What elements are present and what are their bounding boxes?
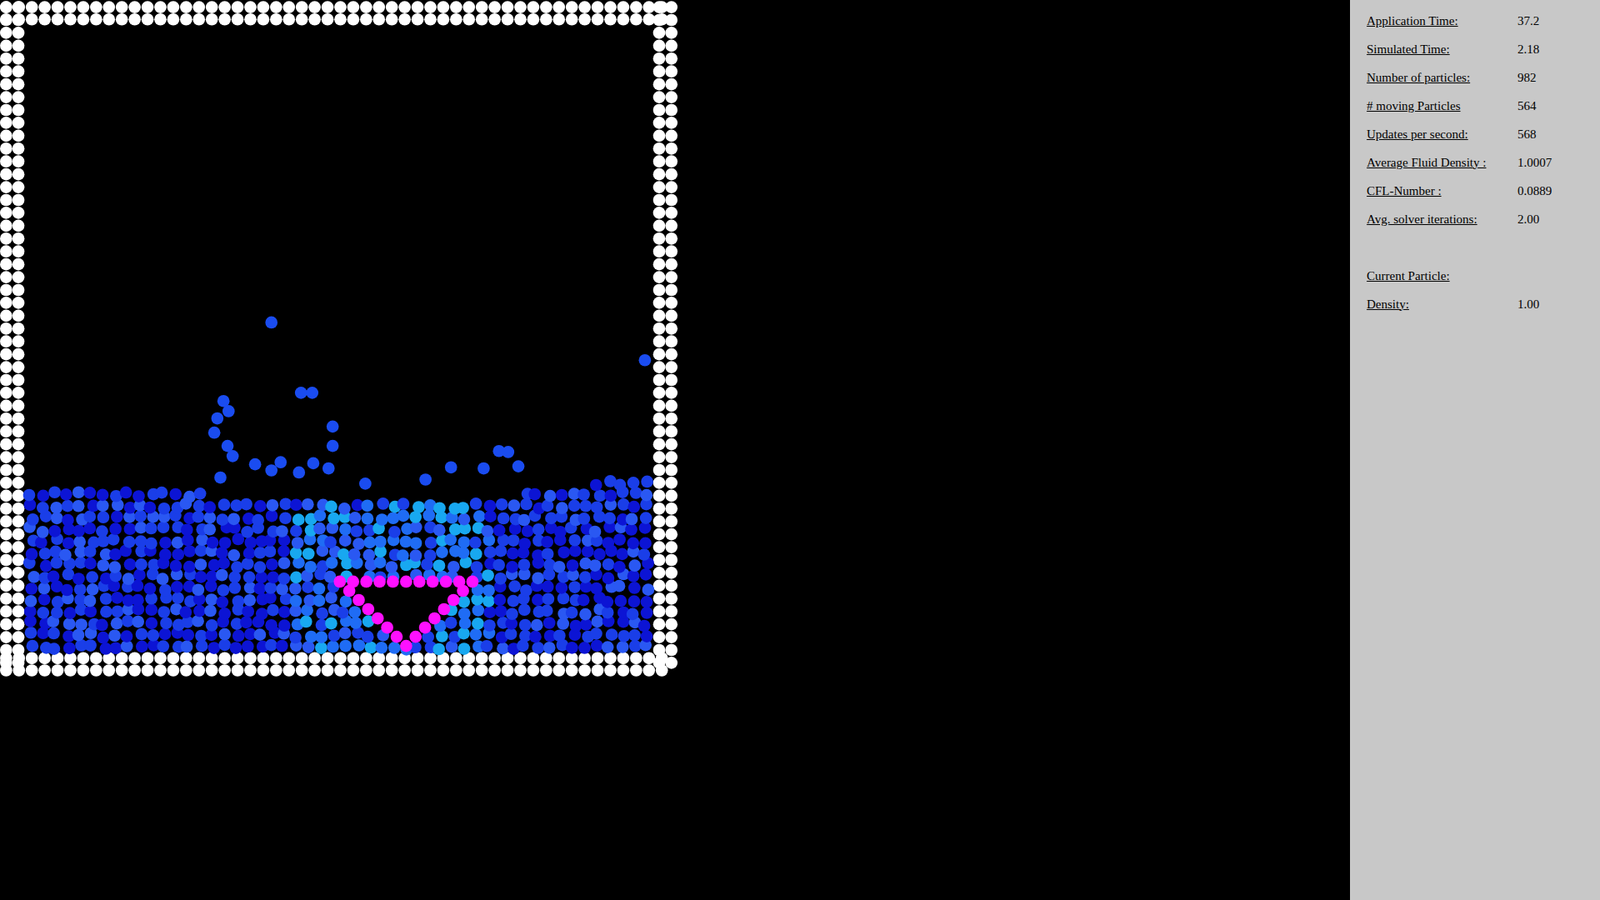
stat-label: # moving Particles: [1366, 99, 1518, 114]
stat-value: 0.0889: [1517, 184, 1552, 199]
stat-value: 37.2: [1517, 14, 1540, 29]
particle-field-row: Density:1.00: [1366, 290, 1600, 319]
simulation-canvas[interactable]: [0, 0, 692, 692]
stat-row: Avg. solver iterations:2.00: [1366, 205, 1600, 234]
stat-value: 564: [1517, 99, 1537, 114]
stat-value: 568: [1517, 127, 1537, 142]
stat-label: Avg. solver iterations:: [1366, 212, 1518, 227]
stat-label: Updates per second:: [1366, 127, 1518, 142]
stats-panel: Application Time:37.2Simulated Time:2.18…: [1350, 0, 1600, 900]
particle-field-value: 1.00: [1517, 297, 1540, 312]
stat-value: 2.18: [1517, 42, 1540, 57]
stat-row: Number of particles:982: [1366, 63, 1600, 92]
stat-row: Updates per second:568: [1366, 120, 1600, 149]
stat-label: Number of particles:: [1366, 70, 1518, 85]
stat-value: 1.0007: [1517, 155, 1552, 170]
stat-label: Average Fluid Density :: [1366, 155, 1518, 170]
particle-field-label: Density:: [1366, 297, 1518, 312]
stat-row: Application Time:37.2: [1366, 6, 1600, 35]
stat-row: # moving Particles564: [1366, 91, 1600, 120]
stat-label: CFL-Number :: [1366, 184, 1518, 199]
stat-value: 2.00: [1517, 212, 1540, 227]
stat-row: CFL-Number :0.0889: [1366, 176, 1600, 205]
current-particle-title-row: Current Particle:: [1366, 261, 1600, 290]
stat-value: 982: [1517, 70, 1537, 85]
stat-label: Simulated Time:: [1366, 42, 1518, 57]
spacer: [1366, 233, 1600, 262]
stat-label: Application Time:: [1366, 14, 1518, 29]
stat-row: Simulated Time:2.18: [1366, 35, 1600, 64]
stat-row: Average Fluid Density :1.0007: [1366, 148, 1600, 177]
simulation-view: [0, 0, 1350, 900]
current-particle-title: Current Particle:: [1366, 269, 1518, 284]
